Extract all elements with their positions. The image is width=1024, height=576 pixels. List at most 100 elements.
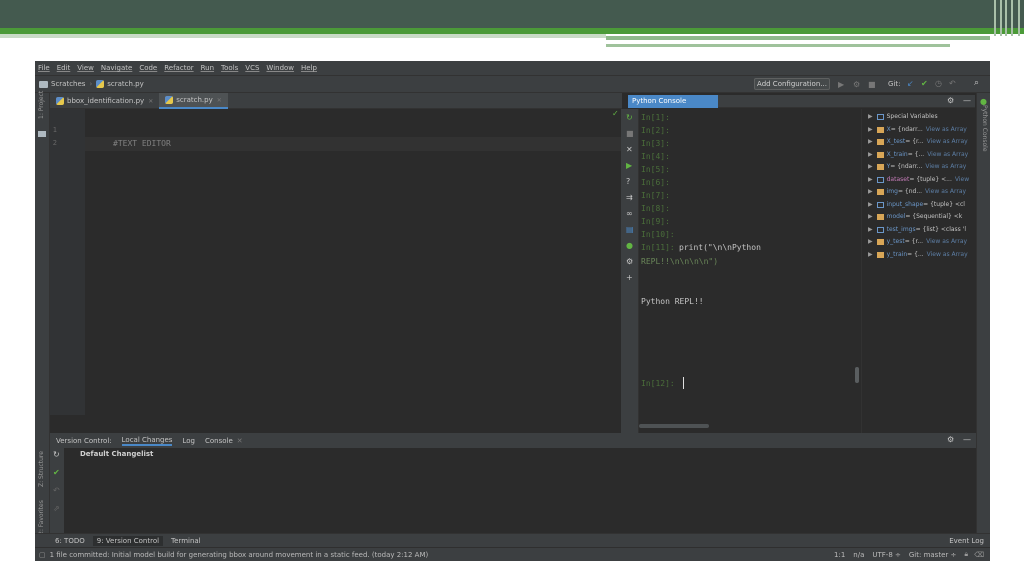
file-encoding[interactable]: UTF-8 ÷ bbox=[872, 551, 901, 559]
variable-row[interactable]: ▶ dataset = {tuple} <... View bbox=[868, 176, 969, 183]
expand-icon[interactable]: ▶ bbox=[868, 113, 873, 120]
menu-vcs[interactable]: VCS bbox=[245, 64, 259, 72]
execute-icon[interactable]: ▶ bbox=[626, 161, 632, 170]
trash-icon[interactable]: ⌫ bbox=[974, 551, 984, 559]
expand-icon[interactable]: ▶ bbox=[868, 126, 873, 133]
hide-icon[interactable]: — bbox=[963, 96, 971, 105]
hide-icon[interactable]: — bbox=[963, 435, 971, 444]
variable-row[interactable]: ▶ Special Variables bbox=[868, 113, 938, 120]
new-console-icon[interactable]: + bbox=[626, 273, 633, 282]
search-icon[interactable]: ⌕ bbox=[974, 78, 979, 88]
lock-icon[interactable]: 🔒︎ bbox=[964, 550, 968, 559]
menu-file[interactable]: File bbox=[38, 64, 50, 72]
variable-row[interactable]: ▶ y_test = {r... View as Array bbox=[868, 238, 967, 245]
expand-icon[interactable]: ▶ bbox=[868, 138, 873, 145]
expand-icon[interactable]: ▶ bbox=[868, 251, 873, 258]
git-commit-icon[interactable]: ✔ bbox=[921, 79, 928, 88]
line-separator[interactable]: n/a bbox=[853, 551, 864, 559]
git-update-icon[interactable]: ↙ bbox=[907, 79, 914, 88]
version-control-tool-button[interactable]: 9: Version Control bbox=[92, 535, 164, 546]
settings-gear-icon[interactable]: ⚙ bbox=[947, 435, 954, 444]
expand-icon[interactable]: ▶ bbox=[868, 176, 873, 183]
close-console-icon[interactable]: ✕ bbox=[626, 145, 633, 154]
favorites-tool-tab[interactable]: 2: Favorites bbox=[38, 500, 45, 535]
show-variables-icon[interactable]: ∞ bbox=[626, 209, 633, 218]
close-icon[interactable]: ✕ bbox=[217, 97, 222, 104]
menu-help[interactable]: Help bbox=[301, 64, 317, 72]
run-icon[interactable]: ▶ bbox=[838, 80, 844, 89]
expand-icon[interactable]: ▶ bbox=[868, 238, 873, 245]
structure-tool-tab[interactable]: Z: Structure bbox=[38, 451, 45, 487]
history-icon[interactable]: ▤ bbox=[626, 225, 634, 234]
diff-icon[interactable]: ⇗ bbox=[53, 504, 60, 513]
expand-icon[interactable]: ▶ bbox=[868, 213, 873, 220]
history-icon[interactable]: ◷ bbox=[935, 79, 942, 88]
commit-check-icon[interactable]: ✔ bbox=[53, 468, 60, 477]
variable-row[interactable]: ▶ input_shape = {tuple} <cl bbox=[868, 201, 965, 208]
debug-icon[interactable]: ⚙ bbox=[853, 80, 860, 89]
view-as-array-link[interactable]: View as Array bbox=[925, 188, 966, 195]
settings-gear-icon[interactable]: ⚙ bbox=[947, 96, 954, 105]
code-line[interactable]: #TEXT EDITOR bbox=[113, 139, 171, 148]
expand-icon[interactable]: ▶ bbox=[868, 201, 873, 208]
code-editor[interactable] bbox=[85, 109, 621, 415]
menu-window[interactable]: Window bbox=[266, 64, 294, 72]
tab-bbox-identification[interactable]: bbox_identification.py ✕ bbox=[50, 93, 159, 109]
stop-icon[interactable]: ■ bbox=[868, 80, 876, 89]
python-console-output[interactable]: In[1]: In[2]: In[3]: In[4]: In[5]: In[6]… bbox=[639, 109, 861, 433]
menu-navigate[interactable]: Navigate bbox=[101, 64, 132, 72]
variable-row[interactable]: ▶ img = {nd... View as Array bbox=[868, 188, 966, 195]
git-branch[interactable]: Git: master ÷ bbox=[909, 551, 956, 559]
close-icon[interactable]: ✕ bbox=[237, 437, 243, 445]
horizontal-scrollbar[interactable] bbox=[639, 424, 709, 428]
tab-local-changes[interactable]: Local Changes bbox=[121, 436, 173, 446]
variable-row[interactable]: ▶ X_train = {... View as Array bbox=[868, 151, 968, 158]
default-changelist[interactable]: Default Changelist bbox=[80, 450, 153, 458]
view-as-array-link[interactable]: View as Array bbox=[927, 151, 968, 158]
event-log-button[interactable]: Event Log bbox=[949, 537, 984, 545]
view-as-array-link[interactable]: View as Array bbox=[925, 163, 966, 170]
project-tool-tab[interactable]: 1: Project bbox=[38, 91, 45, 119]
status-message[interactable]: 1 file committed: Initial model build fo… bbox=[50, 551, 429, 559]
layout-icon[interactable]: ▢ bbox=[39, 551, 46, 559]
add-configuration-button[interactable]: Add Configuration... bbox=[754, 78, 830, 90]
console-settings-icon[interactable]: ⚙ bbox=[626, 257, 633, 266]
menu-view[interactable]: View bbox=[77, 64, 94, 72]
vertical-scrollbar[interactable] bbox=[855, 367, 859, 383]
view-as-array-link[interactable]: View as Array bbox=[926, 126, 967, 133]
python-console-tool-tab[interactable]: Python Console bbox=[981, 105, 988, 152]
revert-icon[interactable]: ↶ bbox=[949, 79, 956, 88]
tab-scratch[interactable]: scratch.py ✕ bbox=[159, 93, 228, 109]
debugger-icon[interactable]: ● bbox=[626, 241, 633, 250]
expand-icon[interactable]: ▶ bbox=[868, 188, 873, 195]
rerun-icon[interactable]: ↻ bbox=[626, 113, 633, 122]
breadcrumb-scratches[interactable]: Scratches › bbox=[39, 80, 96, 88]
menu-tools[interactable]: Tools bbox=[221, 64, 238, 72]
expand-icon[interactable]: ▶ bbox=[868, 151, 873, 158]
refresh-icon[interactable]: ↻ bbox=[53, 450, 60, 459]
menu-refactor[interactable]: Refactor bbox=[164, 64, 193, 72]
help-icon[interactable]: ? bbox=[626, 177, 630, 186]
breadcrumb-file[interactable]: scratch.py bbox=[96, 80, 144, 88]
variable-row[interactable]: ▶ X = {ndarr... View as Array bbox=[868, 126, 967, 133]
variable-row[interactable]: ▶ X_test = {r... View as Array bbox=[868, 138, 968, 145]
caret-position[interactable]: 1:1 bbox=[834, 551, 845, 559]
stop-console-icon[interactable]: ■ bbox=[626, 129, 634, 138]
soft-wrap-icon[interactable]: ⇉ bbox=[626, 193, 633, 202]
view-as-array-link[interactable]: View as Array bbox=[927, 251, 968, 258]
todo-tool-button[interactable]: 6: TODO bbox=[55, 537, 85, 545]
menu-edit[interactable]: Edit bbox=[57, 64, 71, 72]
expand-icon[interactable]: ▶ bbox=[868, 226, 873, 233]
expand-icon[interactable]: ▶ bbox=[868, 163, 873, 170]
variable-row[interactable]: ▶ model = {Sequential} <k bbox=[868, 213, 962, 220]
variable-row[interactable]: ▶ Y = {ndarr... View as Array bbox=[868, 163, 966, 170]
view-as-array-link[interactable]: View as Array bbox=[927, 138, 968, 145]
variable-row[interactable]: ▶ y_train = {... View as Array bbox=[868, 251, 968, 258]
terminal-tool-button[interactable]: Terminal bbox=[171, 537, 201, 545]
rollback-icon[interactable]: ↶ bbox=[53, 486, 60, 495]
close-icon[interactable]: ✕ bbox=[148, 98, 153, 105]
menu-run[interactable]: Run bbox=[201, 64, 214, 72]
menu-code[interactable]: Code bbox=[139, 64, 157, 72]
tab-log[interactable]: Log bbox=[182, 437, 195, 445]
view-as-array-link[interactable]: View as Array bbox=[926, 238, 967, 245]
